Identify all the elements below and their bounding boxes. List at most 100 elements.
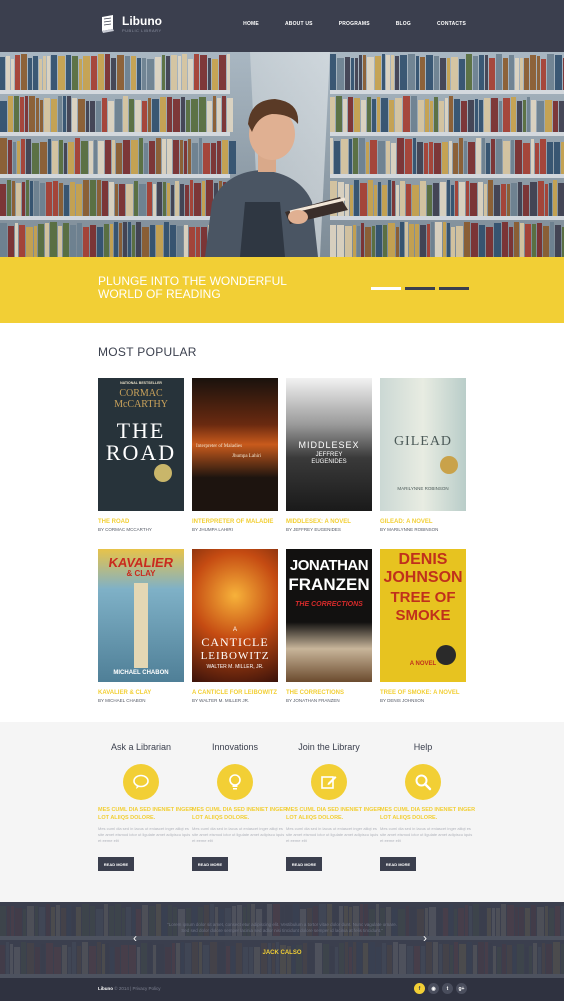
site-header: Libuno PUBLIC LIBRARY HOME ABOUT US PROG… xyxy=(0,0,564,52)
logo[interactable]: Libuno PUBLIC LIBRARY xyxy=(99,15,162,34)
feature-text: Mes cuml dia sed in lacus ut eniascet in… xyxy=(380,826,473,843)
feature-title[interactable]: Join the Library xyxy=(276,742,382,752)
cover-text: CORMAC xyxy=(119,388,163,399)
feature-title[interactable]: Help xyxy=(370,742,476,752)
award-seal-icon xyxy=(440,456,458,474)
cover-text: MICHAEL CHABON xyxy=(113,670,169,676)
book-cover[interactable]: KAVALIER & CLAY MICHAEL CHABON xyxy=(98,549,184,682)
feature-text: Mes cuml dia sed in lacus ut eniascet in… xyxy=(98,826,191,843)
cover-text: MIDDLESEX xyxy=(298,440,360,450)
nav-programs[interactable]: PROGRAMS xyxy=(339,21,370,27)
book-title[interactable]: THE ROAD xyxy=(98,519,184,525)
nav-contacts[interactable]: CONTACTS xyxy=(437,21,466,27)
most-popular-title: MOST POPULAR xyxy=(98,345,197,359)
award-seal-icon xyxy=(154,464,172,482)
hero-image xyxy=(0,52,564,257)
book-title[interactable]: MIDDLESEX: A NOVEL xyxy=(286,519,372,525)
book-cover[interactable]: DENIS JOHNSON TREE OF SMOKE A NOVEL xyxy=(380,549,466,682)
cover-text: NATIONAL BESTSELLER xyxy=(120,381,162,385)
book-card[interactable]: DENIS JOHNSON TREE OF SMOKE A NOVEL TREE… xyxy=(380,549,466,703)
read-more-button[interactable]: READ MORE xyxy=(286,857,322,871)
social-links: f ◉ t g+ xyxy=(414,983,467,994)
book-author: BY JEFFREY EUGENIDES xyxy=(286,527,341,532)
book-title[interactable]: A CANTICLE FOR LEIBOWITZ xyxy=(192,690,278,696)
book-cover[interactable]: NATIONAL BESTSELLER CORMAC McCARTHY THE … xyxy=(98,378,184,511)
copyright-text[interactable]: © 2014 | Privacy Policy xyxy=(114,986,160,991)
book-cover[interactable]: A CANTICLE LEIBOWITZ WALTER M. MILLER, J… xyxy=(192,549,278,682)
book-author: BY WALTER M. MILLER JR. xyxy=(192,698,250,703)
footer-brand: Libuno xyxy=(98,986,113,991)
feature-icon-circle[interactable] xyxy=(217,764,253,800)
lightbulb-icon xyxy=(229,774,241,790)
book-author: BY JHUMPA LAHIRI xyxy=(192,527,233,532)
feature-title[interactable]: Ask a Librarian xyxy=(88,742,194,752)
twitter-icon[interactable]: t xyxy=(442,983,453,994)
book-cover[interactable]: Interpreter of Maladies Jhumpa Lahiri xyxy=(192,378,278,511)
book-cover[interactable]: MIDDLESEX JEFFREY EUGENIDES xyxy=(286,378,372,511)
feature-heading: MES CUML DIA SED INENIET INGER LOT ALIIQ… xyxy=(380,807,476,821)
book-card[interactable]: JONATHAN FRANZEN THE CORRECTIONS THE COR… xyxy=(286,549,372,703)
shelves-background xyxy=(0,904,564,978)
read-more-button[interactable]: READ MORE xyxy=(380,857,416,871)
slider-dot-3[interactable] xyxy=(439,287,469,290)
cover-text: Jhumpa Lahiri xyxy=(232,454,262,459)
book-title[interactable]: TREE OF SMOKE: A NOVEL xyxy=(380,690,466,696)
slider-dot-1[interactable] xyxy=(371,287,401,290)
site-footer: Libuno © 2014 | Privacy Policy f ◉ t g+ xyxy=(0,978,564,1001)
read-more-button[interactable]: READ MORE xyxy=(192,857,228,871)
book-card[interactable]: KAVALIER & CLAY MICHAEL CHABON KAVALIER … xyxy=(98,549,184,703)
chevron-right-icon[interactable]: › xyxy=(423,932,427,944)
nav-home[interactable]: HOME xyxy=(243,21,259,27)
testimonial-section: ‹ "Lorem ipsum dolor sit amet, consect e… xyxy=(0,902,564,978)
book-author: BY MARILYNNE ROBINSON xyxy=(380,527,439,532)
nav-blog[interactable]: BLOG xyxy=(396,21,411,27)
cover-text: JONATHAN xyxy=(289,557,369,574)
cover-text: LEIBOWITZ xyxy=(200,650,270,662)
cover-text: Interpreter of Maladies xyxy=(196,444,243,449)
cover-text: MARILYNNE ROBINSON xyxy=(397,486,449,491)
read-more-button[interactable]: READ MORE xyxy=(98,857,134,871)
feature-icon-circle[interactable] xyxy=(311,764,347,800)
award-seal-icon xyxy=(436,645,456,665)
cover-text: GILEAD xyxy=(393,434,453,449)
cover-text: THE CORRECTIONS xyxy=(295,601,363,608)
nav-about-us[interactable]: ABOUT US xyxy=(285,21,313,27)
feature-title[interactable]: Innovations xyxy=(182,742,288,752)
book-card[interactable]: MIDDLESEX JEFFREY EUGENIDES MIDDLESEX: A… xyxy=(286,378,372,532)
google-plus-icon[interactable]: g+ xyxy=(456,983,467,994)
slogan-band: PLUNGE INTO THE WONDERFUL WORLD OF READI… xyxy=(0,257,564,323)
book-title[interactable]: THE CORRECTIONS xyxy=(286,690,372,696)
slider-dot-2[interactable] xyxy=(405,287,435,290)
book-card[interactable]: GILEAD MARILYNNE ROBINSON GILEAD: A NOVE… xyxy=(380,378,466,532)
cover-text: SMOKE xyxy=(395,607,451,624)
feature-icon-circle[interactable] xyxy=(123,764,159,800)
cover-text: & CLAY xyxy=(126,569,156,578)
book-title[interactable]: GILEAD: A NOVEL xyxy=(380,519,466,525)
book-card[interactable]: A CANTICLE LEIBOWITZ WALTER M. MILLER, J… xyxy=(192,549,278,703)
book-card[interactable]: NATIONAL BESTSELLER CORMAC McCARTHY THE … xyxy=(98,378,184,532)
book-card[interactable]: Interpreter of Maladies Jhumpa Lahiri IN… xyxy=(192,378,278,532)
brand-tagline: PUBLIC LIBRARY xyxy=(122,28,162,33)
cover-text: JOHNSON xyxy=(383,569,463,586)
book-cover[interactable]: JONATHAN FRANZEN THE CORRECTIONS xyxy=(286,549,372,682)
rss-icon[interactable]: ◉ xyxy=(428,983,439,994)
book-title[interactable]: INTERPRETER OF MALADIE xyxy=(192,519,278,525)
feature-text: Mes cuml dia sed in lacus ut eniascet in… xyxy=(286,826,379,843)
features-section: Ask a Librarian MES CUML DIA SED INENIET… xyxy=(0,722,564,902)
cover-text: JEFFREY xyxy=(315,452,343,458)
tower-illustration xyxy=(134,583,148,668)
feature-icon-circle[interactable] xyxy=(405,764,441,800)
feature-heading: MES CUML DIA SED INENIET INGER LOT ALIIQ… xyxy=(192,807,288,821)
chevron-left-icon[interactable]: ‹ xyxy=(133,932,137,944)
library-shelves-illustration xyxy=(0,52,564,257)
book-title[interactable]: KAVALIER & CLAY xyxy=(98,690,184,696)
book-cover[interactable]: GILEAD MARILYNNE ROBINSON xyxy=(380,378,466,511)
book-logo-icon xyxy=(102,15,114,33)
brand-name: Libuno xyxy=(122,14,162,28)
cover-text: ROAD xyxy=(105,440,177,465)
facebook-icon[interactable]: f xyxy=(414,983,425,994)
book-author: BY DENIS JOHNSON xyxy=(380,698,425,703)
feature-heading: MES CUML DIA SED INENIET INGER LOT ALIIQ… xyxy=(286,807,382,821)
cover-text: WALTER M. MILLER, JR. xyxy=(206,664,264,670)
slider-pagination xyxy=(371,287,469,290)
